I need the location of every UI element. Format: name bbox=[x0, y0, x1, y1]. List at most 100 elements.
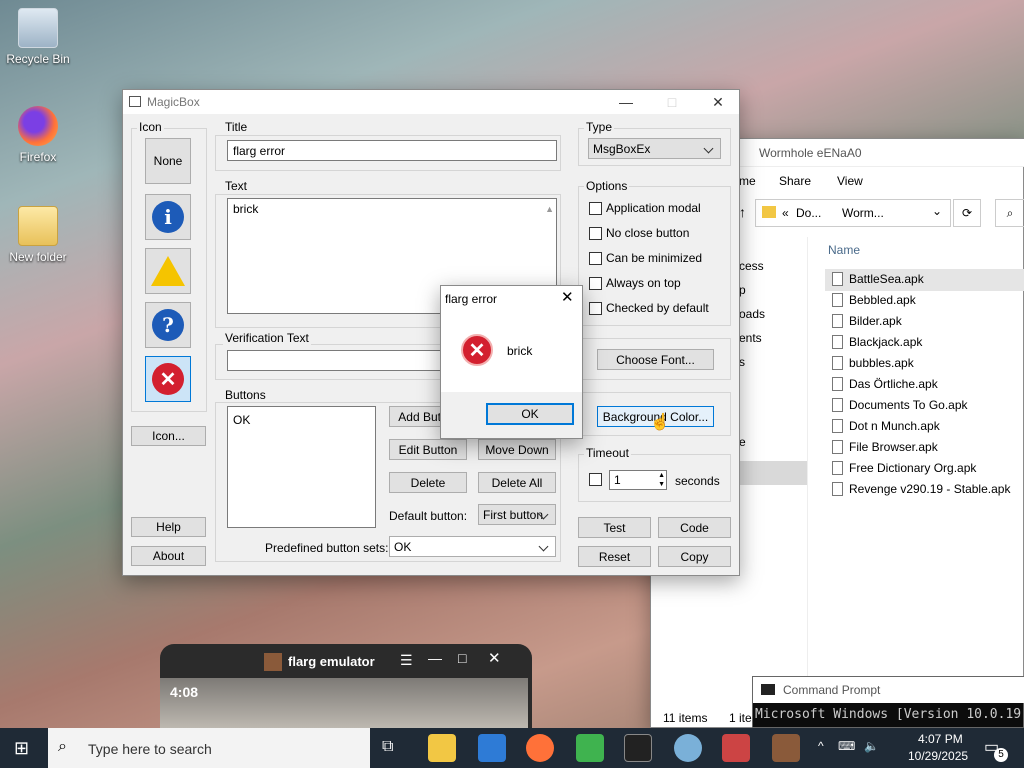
close-button[interactable]: ✕ bbox=[695, 90, 741, 114]
clock-time[interactable]: 4:07 PM bbox=[918, 732, 963, 746]
file-row[interactable]: Dot n Munch.apk bbox=[832, 415, 940, 436]
copy-button[interactable]: Copy bbox=[658, 546, 731, 567]
search-box[interactable]: ⌕ Type here to search bbox=[48, 728, 370, 768]
code-button[interactable]: Code bbox=[658, 517, 731, 538]
emulator-screen[interactable]: 4:08 bbox=[160, 678, 528, 728]
reset-button[interactable]: Reset bbox=[578, 546, 651, 567]
clock-date[interactable]: 10/29/2025 bbox=[908, 749, 968, 763]
move-down-button[interactable]: Move Down bbox=[478, 439, 556, 460]
nav-item[interactable]: p bbox=[739, 283, 746, 297]
minimize-icon[interactable]: — bbox=[428, 650, 442, 666]
desktop-icon-new-folder[interactable]: New folder bbox=[2, 206, 74, 264]
delete-button[interactable]: Delete bbox=[389, 472, 467, 493]
file-row[interactable]: Das Örtliche.apk bbox=[832, 373, 938, 394]
windows-start-icon[interactable]: ⊞ bbox=[14, 738, 29, 759]
icon-error-button[interactable]: ✕ bbox=[145, 356, 191, 402]
title-input[interactable]: flarg error bbox=[227, 140, 557, 161]
help-button[interactable]: Help bbox=[131, 517, 206, 537]
cmd-window[interactable]: Command Prompt Microsoft Windows [Versio… bbox=[752, 676, 1024, 728]
nav-item[interactable]: e bbox=[739, 435, 746, 449]
timeout-checkbox[interactable] bbox=[589, 473, 606, 486]
menu-share[interactable]: Share bbox=[779, 174, 811, 188]
file-explorer-icon[interactable] bbox=[428, 734, 456, 762]
refresh-icon[interactable]: ⟳ bbox=[953, 199, 981, 227]
option-can-be-minimized[interactable]: Can be minimized bbox=[589, 251, 702, 265]
edit-button[interactable]: Edit Button bbox=[389, 439, 467, 460]
checkbox[interactable] bbox=[589, 473, 602, 486]
close-icon[interactable]: ✕ bbox=[561, 288, 574, 306]
icon-warning-button[interactable] bbox=[145, 248, 191, 294]
test-button[interactable]: Test bbox=[578, 517, 651, 538]
chevron-up-icon[interactable]: ^ bbox=[818, 739, 824, 753]
store-icon[interactable] bbox=[478, 734, 506, 762]
menu-home[interactable]: me bbox=[739, 174, 756, 188]
file-row[interactable]: bubbles.apk bbox=[832, 352, 914, 373]
h-app-icon[interactable] bbox=[576, 734, 604, 762]
checkbox[interactable] bbox=[589, 201, 602, 215]
option-no-close-button[interactable]: No close button bbox=[589, 226, 689, 240]
code-label: Code bbox=[680, 520, 709, 535]
file-row[interactable]: Bilder.apk bbox=[832, 310, 902, 331]
desktop-icon-firefox[interactable]: Firefox bbox=[2, 106, 74, 164]
column-header-name[interactable]: Name bbox=[828, 243, 860, 257]
nav-item[interactable]: oads bbox=[739, 307, 765, 321]
edit-button-label: Edit Button bbox=[398, 442, 458, 457]
icon-button[interactable]: Icon... bbox=[131, 426, 206, 446]
about-button[interactable]: About bbox=[131, 546, 206, 566]
file-row[interactable]: Blackjack.apk bbox=[832, 331, 922, 352]
file-icon bbox=[832, 334, 843, 349]
checkbox[interactable] bbox=[589, 276, 602, 290]
delete-all-button[interactable]: Delete All bbox=[478, 472, 556, 493]
maximize-button[interactable]: □ bbox=[649, 90, 695, 114]
address-bar[interactable]: « Do... Worm... ⌄ bbox=[755, 199, 951, 227]
buttons-list[interactable]: OK bbox=[227, 406, 376, 528]
stepper-arrows-icon[interactable]: ▲ ▼ bbox=[658, 471, 665, 489]
scroll-up-icon[interactable]: ▲ bbox=[545, 201, 554, 217]
option-application-modal[interactable]: Application modal bbox=[589, 201, 701, 215]
nav-item[interactable]: cess bbox=[739, 259, 764, 273]
maximize-icon[interactable]: □ bbox=[458, 650, 466, 666]
checkbox[interactable] bbox=[589, 251, 602, 265]
volume-icon[interactable]: 🔈 bbox=[864, 739, 879, 753]
option-always-on-top[interactable]: Always on top bbox=[589, 276, 681, 290]
file-row[interactable]: Free Dictionary Org.apk bbox=[832, 457, 976, 478]
minimize-button[interactable]: — bbox=[603, 90, 649, 114]
address-part[interactable]: Do... bbox=[796, 206, 821, 220]
emulator-window[interactable]: flarg emulator ☰ — □ ✕ 4:08 ⤢ bbox=[160, 644, 532, 728]
network-icon[interactable]: ⌨ bbox=[838, 739, 855, 753]
ok-button[interactable]: OK bbox=[486, 403, 574, 425]
file-row[interactable]: BattleSea.apk bbox=[832, 268, 924, 289]
list-item[interactable]: OK bbox=[233, 409, 370, 428]
predefined-select[interactable]: OK bbox=[389, 536, 556, 557]
file-row[interactable]: File Browser.apk bbox=[832, 436, 938, 457]
address-part[interactable]: Worm... bbox=[842, 206, 884, 220]
task-view-icon[interactable]: ⧉ bbox=[382, 738, 393, 756]
type-select[interactable]: MsgBoxEx bbox=[588, 138, 721, 159]
timeout-stepper[interactable]: 1 ▲ ▼ bbox=[609, 470, 667, 490]
default-button-select[interactable]: First button bbox=[478, 504, 556, 525]
checkbox[interactable] bbox=[589, 301, 602, 315]
choose-font-button[interactable]: Choose Font... bbox=[597, 349, 714, 370]
checkbox[interactable] bbox=[589, 226, 602, 240]
paint-alt-icon[interactable] bbox=[722, 734, 750, 762]
emulator-icon[interactable] bbox=[772, 734, 800, 762]
file-row[interactable]: Bebbled.apk bbox=[832, 289, 916, 310]
desktop-icon-recycle-bin[interactable]: Recycle Bin bbox=[2, 8, 74, 66]
terminal-icon[interactable] bbox=[624, 734, 652, 762]
option-checked-by-default[interactable]: Checked by default bbox=[589, 301, 709, 315]
menu-view[interactable]: View bbox=[837, 174, 863, 188]
nav-item-selected[interactable] bbox=[739, 461, 807, 485]
up-arrow-icon[interactable]: ↑ bbox=[739, 204, 746, 220]
file-row[interactable]: Revenge v290.19 - Stable.apk bbox=[832, 478, 1010, 499]
search-icon[interactable]: ⌕ bbox=[995, 199, 1024, 227]
chevron-down-icon[interactable]: ⌄ bbox=[932, 204, 942, 218]
close-icon[interactable]: ✕ bbox=[488, 649, 501, 667]
nav-item[interactable]: ents bbox=[739, 331, 762, 345]
file-row[interactable]: Documents To Go.apk bbox=[832, 394, 968, 415]
icon-info-button[interactable]: i bbox=[145, 194, 191, 240]
paint-icon[interactable] bbox=[674, 734, 702, 762]
menu-icon[interactable]: ☰ bbox=[400, 652, 413, 669]
firefox-icon[interactable] bbox=[526, 734, 554, 762]
icon-question-button[interactable]: ? bbox=[145, 302, 191, 348]
icon-none-button[interactable]: None bbox=[145, 138, 191, 184]
